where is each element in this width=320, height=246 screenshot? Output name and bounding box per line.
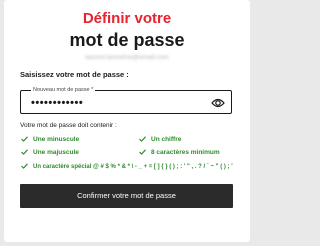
title-accent: Définir votre	[82, 10, 172, 27]
requirement-lowercase: Une minuscule	[21, 135, 79, 144]
page-title: mot de passe	[69, 30, 185, 50]
requirement-label: 8 caractères minimum	[151, 149, 220, 156]
checkmark-icon	[139, 149, 146, 155]
checkmark-icon	[21, 136, 28, 142]
requirement-label: Une majuscule	[33, 149, 79, 156]
show-password-icon[interactable]	[211, 96, 225, 108]
new-password-value[interactable]: ••••••••••••	[31, 97, 83, 109]
requirements-title: Votre mot de passe doit contenir :	[20, 122, 117, 129]
checkmark-icon	[139, 136, 146, 142]
password-prompt: Saisissez votre mot de passe :	[20, 70, 129, 79]
requirement-label: Un chiffre	[151, 136, 182, 143]
requirement-min-length: 8 caractères minimum	[139, 148, 220, 157]
password-card: Définir votre mot de passe laurent.lance…	[4, 0, 250, 242]
requirement-special-char: Un caractère spécial @ # $ % * & * \ - _…	[21, 162, 233, 172]
requirement-digit: Un chiffre	[139, 135, 181, 144]
requirement-label: Un caractère spécial @ # $ % * & * \ - _…	[33, 164, 233, 170]
requirement-label: Une minuscule	[33, 136, 80, 143]
checkmark-icon	[21, 149, 28, 155]
new-password-label: Nouveau mot de passe *	[31, 86, 96, 94]
requirement-uppercase: Une majuscule	[21, 148, 79, 157]
account-email: laurent.lanceline@email.com	[85, 54, 169, 61]
new-password-field[interactable]: Nouveau mot de passe * ••••••••••••	[20, 86, 232, 114]
checkmark-icon	[21, 163, 28, 169]
confirm-password-button[interactable]: Confirmer votre mot de passe	[20, 184, 233, 208]
